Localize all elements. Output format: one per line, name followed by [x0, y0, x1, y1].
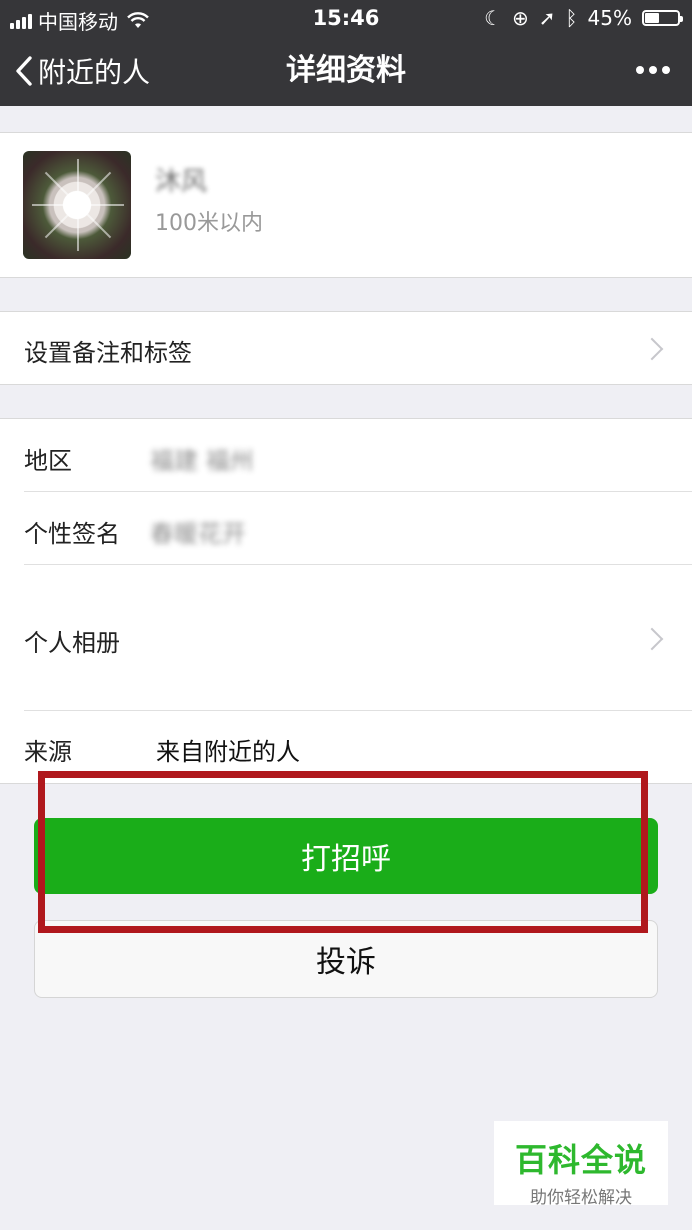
nickname: 沐风 [155, 167, 208, 197]
signature-label: 个性签名 [24, 520, 120, 548]
profile-card: 沐风 100米以内 [0, 132, 692, 278]
distance-label: 100米以内 [155, 211, 263, 236]
remark-label: 设置备注和标签 [24, 339, 192, 367]
watermark-logo: 百科全说 助你轻松解决 [494, 1121, 668, 1208]
rotation-lock-icon: ⊕ [512, 6, 529, 30]
remark-and-tags-row[interactable]: 设置备注和标签 [0, 311, 692, 385]
more-dots-icon[interactable] [636, 66, 670, 74]
divider [24, 710, 692, 711]
report-button[interactable]: 投诉 [34, 920, 658, 998]
avatar[interactable] [23, 151, 131, 259]
region-value: 福建 福州 [150, 447, 254, 475]
info-card: 地区 福建 福州 个性签名 春暖花开 个人相册 来源 来自附近的人 [0, 418, 692, 784]
chevron-right-icon [640, 627, 664, 651]
page-title: 详细资料 [286, 53, 406, 88]
chevron-right-icon [640, 337, 664, 361]
album-label: 个人相册 [24, 629, 120, 657]
status-bar: 中国移动 15:46 ☾ ⊕ ➚ ᛒ 45% [0, 0, 692, 36]
divider [24, 491, 692, 492]
signature-value: 春暖花开 [150, 520, 246, 548]
location-icon: ➚ [538, 6, 556, 30]
greet-button[interactable]: 打招呼 [34, 818, 658, 894]
album-row[interactable]: 个人相册 [0, 565, 692, 710]
battery-percent: 45% [587, 6, 632, 30]
source-label: 来源 [24, 738, 72, 766]
watermark-subtitle: 助你轻松解决 [530, 1188, 632, 1208]
source-value: 来自附近的人 [156, 738, 300, 766]
region-label: 地区 [24, 447, 72, 475]
moon-icon: ☾ [484, 6, 503, 30]
nav-bar: 附近的人 详细资料 [0, 36, 692, 106]
watermark-title: 百科全说 [514, 1141, 647, 1179]
battery-icon [642, 10, 683, 26]
bluetooth-icon: ᛒ [565, 6, 578, 30]
